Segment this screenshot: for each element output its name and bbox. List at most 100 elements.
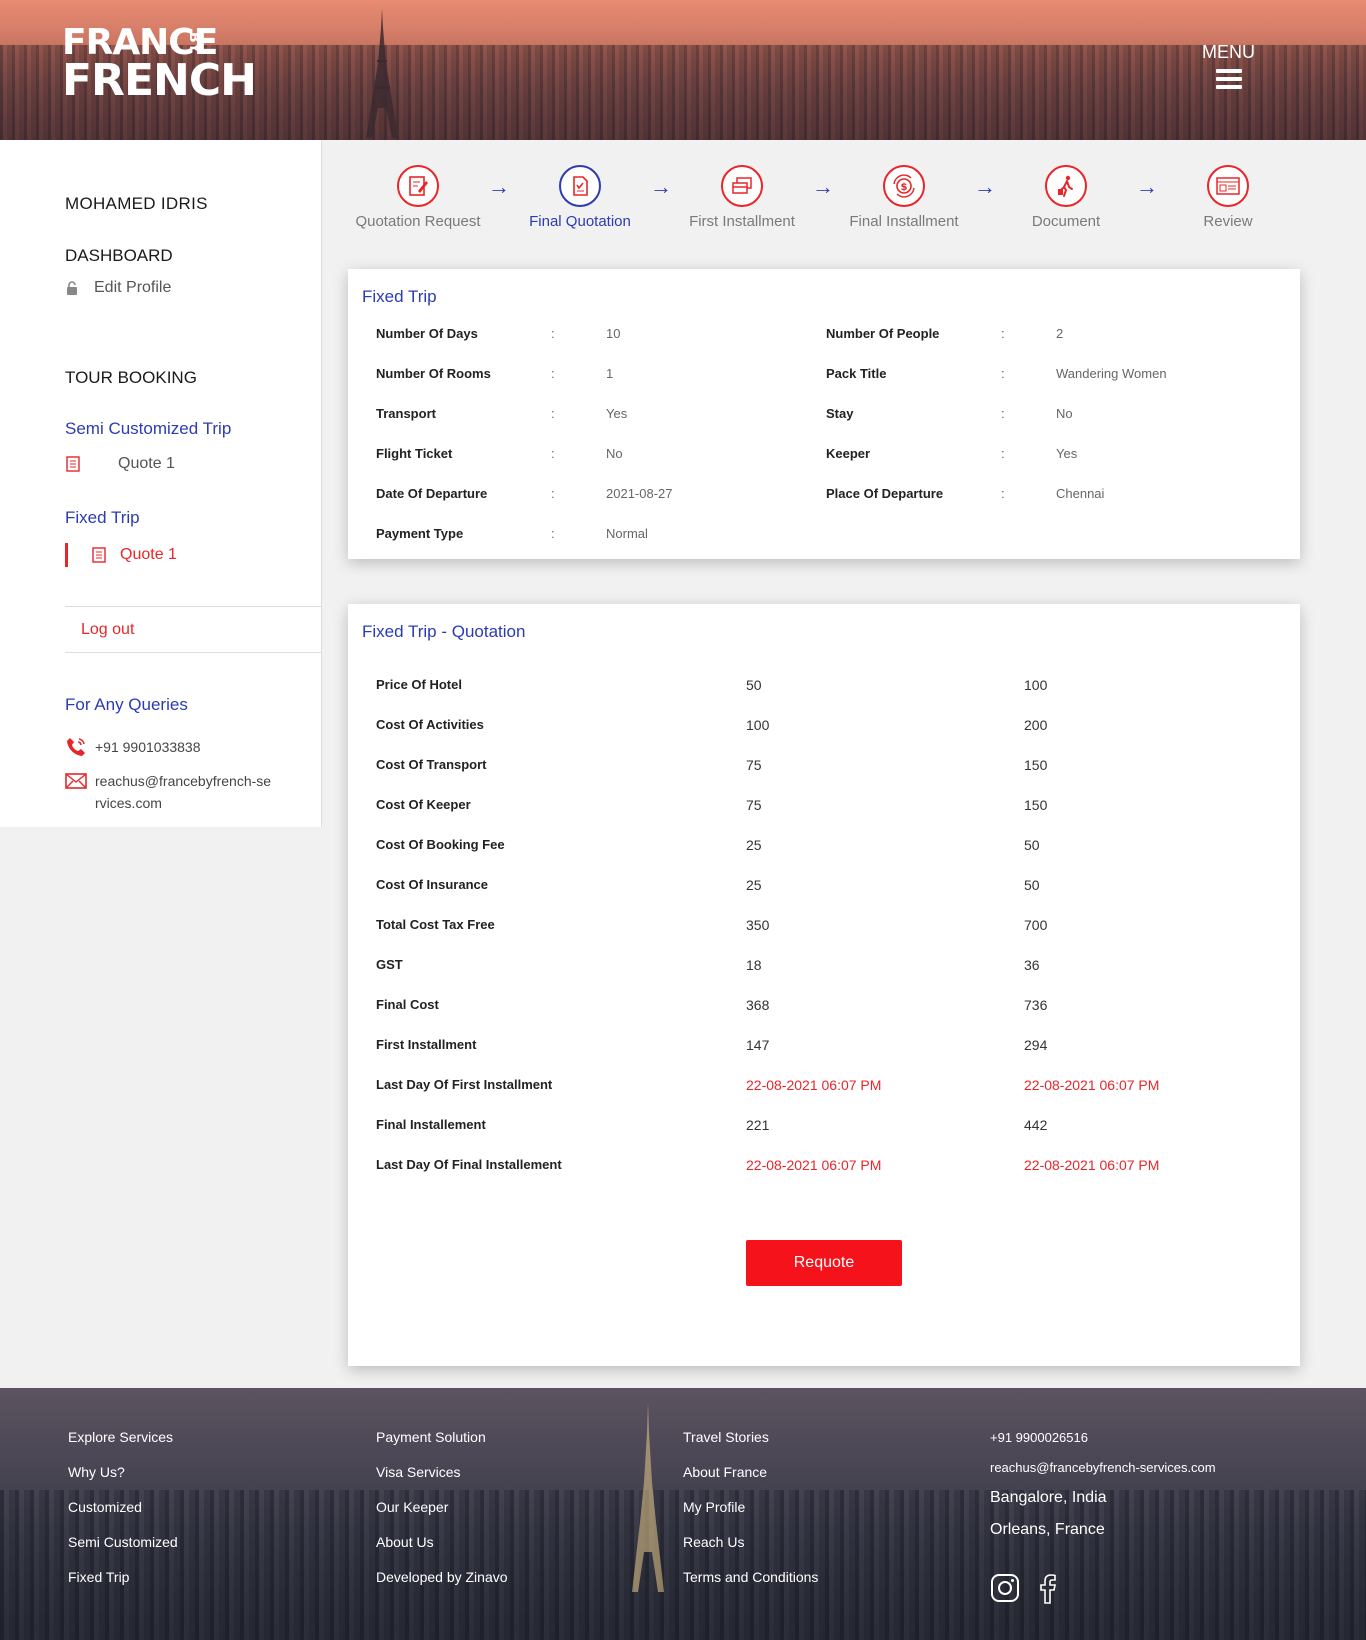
quotation-value-a: 22-08-2021 06:07 PM — [746, 1157, 882, 1173]
detail-sep: : — [551, 326, 555, 341]
footer-column-2: Payment Solution Visa Services Our Keepe… — [376, 1429, 508, 1604]
step-document[interactable]: Document — [986, 160, 1146, 230]
quotation-row: Cost Of Activities 100 200 — [376, 717, 1276, 737]
quotation-value-a: 22-08-2021 06:07 PM — [746, 1077, 882, 1093]
footer-link[interactable]: Fixed Trip — [68, 1569, 178, 1588]
fixed-trip-title: Fixed Trip — [362, 287, 437, 306]
footer-link[interactable]: Visa Services — [376, 1464, 508, 1483]
footer-link[interactable]: Terms and Conditions — [683, 1569, 818, 1588]
footer-link[interactable]: Customized — [68, 1499, 178, 1518]
detail-value: Chennai — [1056, 486, 1105, 501]
step-first-installment[interactable]: First Installment — [662, 160, 822, 230]
detail-row: Payment Type : Normal — [376, 526, 1276, 546]
detail-value: 1 — [606, 366, 614, 381]
footer-email[interactable]: reachus@francebyfrench-services.com — [990, 1460, 1216, 1475]
footer-link[interactable]: Payment Solution — [376, 1429, 508, 1448]
menu-button[interactable]: MENU — [1202, 42, 1255, 93]
detail-key: Number Of People — [826, 326, 940, 341]
footer-link[interactable]: Semi Customized — [68, 1534, 178, 1553]
footer-link[interactable]: About Us — [376, 1534, 508, 1553]
sidebar-item-semi-customized[interactable]: Semi Customized Trip — [65, 419, 231, 439]
footer-link[interactable]: Our Keeper — [376, 1499, 508, 1518]
lock-icon — [67, 281, 77, 295]
detail-value: No — [606, 446, 623, 461]
edit-profile-label: Edit Profile — [94, 279, 172, 296]
footer-link[interactable]: Reach Us — [683, 1534, 818, 1553]
quotation-row: First Installment 147 294 — [376, 1037, 1276, 1057]
quotation-value-a: 350 — [746, 917, 770, 933]
divider — [65, 652, 322, 653]
quotation-row: Cost Of Keeper 75 150 — [376, 797, 1276, 817]
footer-link[interactable]: Travel Stories — [683, 1429, 818, 1448]
detail-row: Number Of Rooms : 1 Pack Title : Wanderi… — [376, 366, 1276, 386]
step-label: Review — [1203, 213, 1253, 230]
fixed-trip-card: Fixed Trip Number Of Days : 10 Number Of… — [348, 269, 1300, 559]
queries-heading: For Any Queries — [65, 695, 188, 714]
sidebar-item-fixed-trip[interactable]: Fixed Trip — [65, 508, 140, 528]
step-label: First Installment — [689, 213, 795, 230]
step-review[interactable]: Review — [1148, 160, 1308, 230]
logo-by: BY — [186, 32, 202, 55]
footer-contact: +91 9900026516 reachus@francebyfrench-se… — [990, 1430, 1216, 1553]
instagram-icon[interactable] — [990, 1573, 1020, 1605]
quotation-key: Final Cost — [376, 997, 439, 1012]
quotation-key: Total Cost Tax Free — [376, 917, 495, 932]
quotation-value-b: 700 — [1024, 917, 1048, 933]
sidebar-phone[interactable]: +91 9901033838 — [65, 736, 201, 758]
quotation-row: Cost Of Transport 75 150 — [376, 757, 1276, 777]
quotation-value-b: 442 — [1024, 1117, 1048, 1133]
quotation-title: Fixed Trip - Quotation — [362, 622, 526, 641]
quotation-value-b: 50 — [1024, 877, 1040, 893]
footer-link[interactable]: Why Us? — [68, 1464, 178, 1483]
sidebar-item-semi-quote[interactable]: Quote 1 — [66, 455, 175, 473]
traveler-icon — [1045, 165, 1087, 207]
quotation-row: Last Day Of Final Installement 22-08-2021… — [376, 1157, 1276, 1177]
dashboard-heading[interactable]: DASHBOARD — [65, 246, 173, 266]
footer-link[interactable]: Explore Services — [68, 1429, 178, 1448]
detail-key: Payment Type — [376, 526, 464, 541]
quotation-value-b: 100 — [1024, 677, 1048, 693]
detail-row: Date Of Departure : 2021-08-27 Place Of … — [376, 486, 1276, 506]
quotation-value-a: 221 — [746, 1117, 770, 1133]
logout-link[interactable]: Log out — [81, 621, 134, 639]
mail-icon — [65, 773, 87, 789]
footer-link[interactable]: About France — [683, 1464, 818, 1483]
quotation-row: Final Installement 221 442 — [376, 1117, 1276, 1137]
quotation-value-b: 22-08-2021 06:07 PM — [1024, 1077, 1160, 1093]
detail-key: Transport — [376, 406, 436, 421]
quotation-key: Cost Of Insurance — [376, 877, 488, 892]
sidebar-email[interactable]: reachus@francebyfrench-services.com — [65, 770, 275, 814]
detail-value: No — [1056, 406, 1073, 421]
pen-paper-icon — [397, 165, 439, 207]
detail-key: Date Of Departure — [376, 486, 488, 501]
detail-value: Yes — [1056, 446, 1078, 461]
user-name: MOHAMED IDRIS — [65, 194, 208, 213]
quotation-key: Cost Of Booking Fee — [376, 837, 505, 852]
site-logo[interactable]: FRANCE BY FRENCH — [62, 24, 257, 102]
detail-value: Wandering Women — [1056, 366, 1167, 381]
detail-value: Normal — [606, 526, 648, 541]
quotation-key: Cost Of Activities — [376, 717, 484, 732]
requote-button[interactable]: Requote — [746, 1240, 902, 1286]
detail-row: Flight Ticket : No Keeper : Yes — [376, 446, 1276, 466]
quotation-row: Cost Of Booking Fee 25 50 — [376, 837, 1276, 857]
edit-profile-link[interactable]: Edit Profile — [66, 279, 171, 297]
detail-key: Keeper — [826, 446, 871, 461]
semi-quote-label: Quote 1 — [118, 455, 175, 472]
detail-row: Number Of Days : 10 Number Of People : 2 — [376, 326, 1276, 346]
footer-link[interactable]: My Profile — [683, 1499, 818, 1518]
svg-text:$: $ — [901, 182, 908, 193]
sidebar-item-fixed-quote[interactable]: Quote 1 — [65, 543, 177, 567]
footer-link[interactable]: Developed by Zinavo — [376, 1569, 508, 1588]
step-final-installment[interactable]: $ Final Installment — [824, 160, 984, 230]
facebook-icon[interactable] — [1036, 1573, 1066, 1605]
detail-sep: : — [551, 366, 555, 381]
step-quotation-request[interactable]: Quotation Request — [338, 160, 498, 230]
step-final-quotation[interactable]: Final Quotation — [500, 160, 660, 230]
footer-phone[interactable]: +91 9900026516 — [990, 1430, 1216, 1445]
quotation-row: Cost Of Insurance 25 50 — [376, 877, 1276, 897]
detail-sep: : — [1001, 326, 1005, 341]
quotation-value-a: 75 — [746, 797, 762, 813]
quotation-row: Last Day Of First Installment 22-08-2021 … — [376, 1077, 1276, 1097]
footer-column-1: Explore Services Why Us? Customized Semi… — [68, 1429, 178, 1604]
